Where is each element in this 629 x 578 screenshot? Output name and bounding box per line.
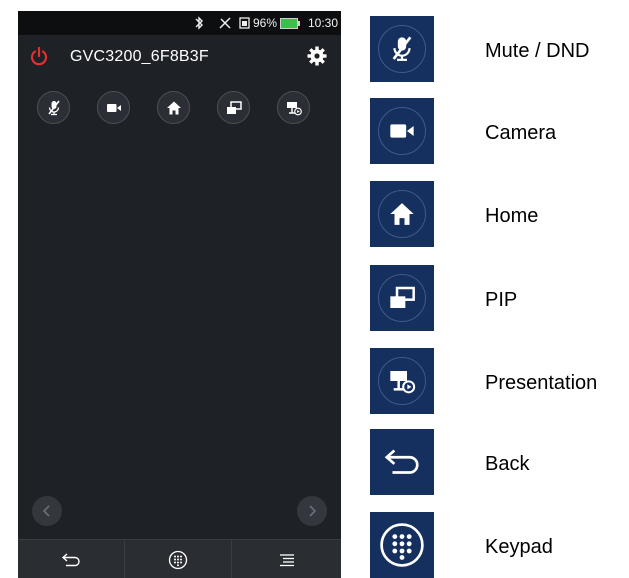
battery-percent: 96% xyxy=(253,16,278,30)
app-header: GVC3200_6F8B3F xyxy=(18,35,341,79)
status-bar: 96% 10:30 xyxy=(18,11,341,35)
camera-button[interactable] xyxy=(97,91,130,124)
chevron-left-icon xyxy=(42,505,50,517)
home-button[interactable] xyxy=(157,91,190,124)
home-icon xyxy=(390,203,414,225)
legend-item-camera: Camera xyxy=(370,98,629,164)
legend-item-pip: PIP xyxy=(370,265,629,331)
legend-label-mute: Mute / DND xyxy=(485,40,590,62)
presentation-icon xyxy=(390,371,416,394)
previous-arrow-button[interactable] xyxy=(32,496,62,526)
back-button[interactable] xyxy=(18,540,124,578)
pip-button[interactable] xyxy=(217,91,250,124)
back-icon xyxy=(384,449,419,474)
legend-label-keypad: Keypad xyxy=(485,536,553,558)
menu-button[interactable] xyxy=(232,540,341,578)
camera-icon xyxy=(106,103,121,112)
signal-muted-icon xyxy=(218,11,232,35)
battery-icon xyxy=(280,17,301,29)
menu-icon xyxy=(279,553,294,566)
legend-item-keypad: Keypad xyxy=(370,512,629,578)
bluetooth-icon xyxy=(194,11,204,35)
legend-label-pip: PIP xyxy=(485,289,518,311)
legend-item-home: Home xyxy=(370,181,629,247)
legend-item-back: Back xyxy=(370,429,629,495)
legend-item-presentation: Presentation xyxy=(370,348,629,414)
legend-label-home: Home xyxy=(485,205,539,227)
legend-label-presentation: Presentation xyxy=(485,372,598,394)
pip-icon xyxy=(226,100,242,114)
status-time: 10:30 xyxy=(308,16,339,30)
mute-dnd-icon xyxy=(392,36,412,61)
mute-dnd-icon xyxy=(47,100,60,115)
presentation-icon xyxy=(286,101,302,115)
presentation-button[interactable] xyxy=(277,91,310,124)
gear-icon[interactable] xyxy=(306,45,328,67)
keypad-icon xyxy=(380,523,424,567)
legend-label-camera: Camera xyxy=(485,122,557,144)
home-icon xyxy=(166,101,181,114)
power-icon[interactable] xyxy=(28,45,50,67)
camera-icon xyxy=(390,124,414,138)
chevron-right-icon xyxy=(309,505,317,517)
sim-icon xyxy=(239,11,251,35)
mute-dnd-button[interactable] xyxy=(37,91,70,124)
legend-item-mute: Mute / DND xyxy=(370,16,629,82)
back-icon xyxy=(61,552,80,566)
keypad-icon xyxy=(168,550,188,569)
pip-icon xyxy=(390,286,415,308)
next-arrow-button[interactable] xyxy=(297,496,327,526)
phone-screen: 96% 10:30 GVC3200_6F8B3F xyxy=(18,11,341,578)
bottom-bar xyxy=(18,539,341,578)
keypad-button[interactable] xyxy=(125,540,231,578)
device-name: GVC3200_6F8B3F xyxy=(70,48,209,65)
legend-label-back: Back xyxy=(485,453,530,475)
